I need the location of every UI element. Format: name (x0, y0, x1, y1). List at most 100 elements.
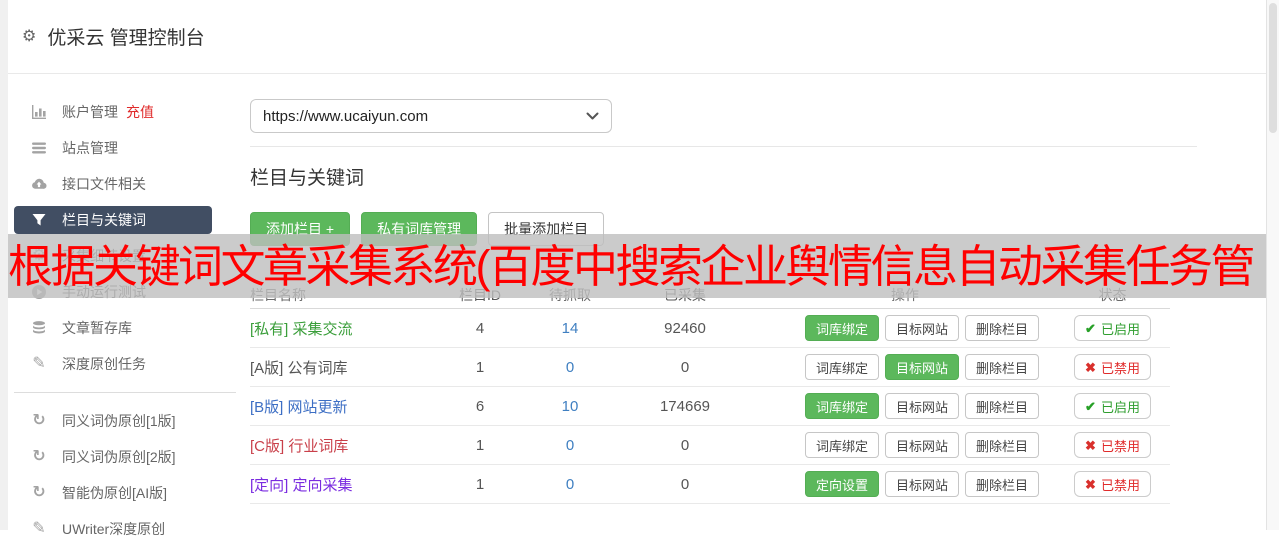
refresh-icon: ↻ (32, 484, 46, 501)
sidebar-item-deep-original-task[interactable]: ✎ 深度原创任务 (8, 346, 250, 382)
sidebar-item-label: UWriter深度原创 (62, 521, 166, 537)
column-header: 状态 (1098, 287, 1127, 303)
column-name-link[interactable]: [C版] 行业词库 (250, 435, 435, 456)
collected-count: 0 (680, 436, 690, 454)
pending-count-link[interactable]: 0 (566, 476, 574, 493)
column-id: 1 (475, 436, 485, 454)
target-site-button[interactable]: 目标网站 (885, 393, 960, 419)
column-header: 操作 (891, 287, 919, 303)
sidebar-item-ai-rewrite[interactable]: ↻ 智能伪原创[AI版] (8, 475, 250, 511)
sidebar-item-columns-keywords[interactable]: 栏目与关键词 (14, 206, 212, 234)
cloud-upload-icon (30, 175, 48, 193)
pending-count-link[interactable]: 0 (566, 437, 574, 454)
delete-column-button[interactable]: 删除栏目 (965, 393, 1040, 419)
status-toggle-button[interactable]: ✔ 已启用 (1074, 393, 1151, 419)
collected-count: 0 (680, 475, 690, 493)
chevron-down-icon (586, 112, 599, 119)
target-site-button[interactable]: 目标网站 (885, 315, 960, 341)
column-id: 1 (475, 475, 485, 493)
status-cell: ✖ 已禁用 (1055, 354, 1170, 380)
pending-count-link[interactable]: 14 (562, 320, 579, 337)
row-actions: 词库绑定 目标网站 删除栏目 (755, 354, 1055, 380)
sidebar-item-sites[interactable]: 站点管理 (8, 130, 250, 166)
gears-icon: ⚙ (31, 247, 47, 264)
page-left-margin (0, 0, 8, 530)
sidebar-item-interface-files[interactable]: 接口文件相关 (8, 166, 250, 202)
target-site-button[interactable]: 目标网站 (885, 432, 960, 458)
pending-count-link[interactable]: 10 (562, 398, 579, 415)
batch-add-column-button[interactable]: 批量添加栏目 (488, 212, 605, 246)
delete-column-button[interactable]: 删除栏目 (965, 354, 1040, 380)
collected-count: 92460 (664, 319, 706, 337)
sidebar-item-label: 同义词伪原创[2版] (62, 449, 176, 465)
pencil-icon: ✎ (32, 355, 46, 372)
status-toggle-button[interactable]: ✔ 已启用 (1074, 315, 1151, 341)
refresh-icon: ↻ (32, 412, 46, 429)
column-name-link[interactable]: [私有] 采集交流 (250, 318, 435, 339)
sidebar-item-label: 站点管理 (62, 140, 118, 156)
columns-table: 栏目名称 栏目ID 待抓取 已采集 操作 状态 [私有] 采集交流 4 14 92460 词库绑定目… (250, 282, 1170, 504)
sidebar-item-synonym-rewrite-2[interactable]: ↻ 同义词伪原创[2版] (8, 439, 250, 475)
sidebar-item-collection-details[interactable]: ⚙ 采集细节设置 (8, 238, 250, 274)
sidebar: 账户管理 充值站点管理接口文件相关栏目与关键词 ⚙ 采集细节设置 手动运行测试 文章暂存库… (8, 74, 250, 547)
column-name-link[interactable]: [定向] 定向采集 (250, 474, 435, 495)
sidebar-item-account[interactable]: 账户管理 充值 (8, 94, 250, 130)
status-toggle-button[interactable]: ✖ 已禁用 (1074, 471, 1151, 497)
sidebar-divider (14, 392, 236, 393)
status-label: 已禁用 (1100, 360, 1140, 376)
status-cell: ✖ 已禁用 (1055, 471, 1170, 497)
column-id: 1 (475, 358, 485, 376)
pending-cell: 0 (525, 359, 615, 376)
row-actions: 词库绑定 目标网站 删除栏目 (755, 393, 1055, 419)
delete-column-button[interactable]: 删除栏目 (965, 315, 1040, 341)
sidebar-item-label: 手动运行测试 (62, 284, 146, 300)
status-toggle-button[interactable]: ✖ 已禁用 (1074, 354, 1151, 380)
column-header: 已采集 (664, 287, 706, 303)
status-label: 已启用 (1100, 321, 1140, 337)
bar-chart-icon (30, 103, 48, 121)
top-header: ⚙ 优采云 管理控制台 (8, 0, 1266, 74)
thesaurus-bind-button[interactable]: 词库绑定 (805, 393, 880, 419)
main-content: https://www.ucaiyun.com 栏目与关键词 添加栏目 + 私有词… (250, 74, 1197, 504)
table-header-row: 栏目名称 栏目ID 待抓取 已采集 操作 状态 (250, 282, 1170, 309)
app-title: 优采云 管理控制台 (47, 28, 205, 49)
table-row: [B版] 网站更新 6 10 174669 词库绑定 目标网站 删除栏目 ✔ 已启用 (250, 387, 1170, 426)
row-actions: 词库绑定 目标网站 删除栏目 (755, 315, 1055, 341)
status-toggle-button[interactable]: ✖ 已禁用 (1074, 432, 1151, 458)
funnel-icon (30, 211, 48, 229)
site-select[interactable]: https://www.ucaiyun.com (250, 99, 612, 133)
scrollbar[interactable] (1266, 0, 1279, 530)
sidebar-item-article-cache[interactable]: 文章暂存库 (8, 310, 250, 346)
pending-cell: 14 (525, 320, 615, 337)
sidebar-item-label: 采集细节设置 (62, 248, 146, 264)
sidebar-item-manual-test[interactable]: 手动运行测试 (8, 274, 250, 310)
target-site-button[interactable]: 目标网站 (885, 354, 960, 380)
column-name-link[interactable]: [B版] 网站更新 (250, 396, 435, 417)
private-thesaurus-button[interactable]: 私有词库管理 (361, 212, 478, 246)
recharge-badge[interactable]: 充值 (126, 102, 154, 122)
collected-count: 174669 (659, 397, 711, 415)
table-row: [A版] 公有词库 1 0 0 词库绑定 目标网站 删除栏目 ✖ 已禁用 (250, 348, 1170, 387)
target-site-button[interactable]: 目标网站 (885, 471, 960, 497)
thesaurus-bind-button[interactable]: 词库绑定 (805, 354, 880, 380)
list-icon (30, 139, 48, 157)
sidebar-item-label: 文章暂存库 (62, 320, 132, 336)
refresh-icon: ↻ (32, 448, 46, 465)
toolbar: 添加栏目 + 私有词库管理 批量添加栏目 (250, 212, 1170, 246)
cross-icon: ✖ (1085, 437, 1096, 453)
thesaurus-bind-button[interactable]: 词库绑定 (805, 315, 880, 341)
sidebar-item-synonym-rewrite-1[interactable]: ↻ 同义词伪原创[1版] (8, 403, 250, 439)
column-header: 栏目ID (459, 287, 501, 303)
delete-column-button[interactable]: 删除栏目 (965, 432, 1040, 458)
pending-count-link[interactable]: 0 (566, 359, 574, 376)
pending-cell: 0 (525, 476, 615, 493)
delete-column-button[interactable]: 删除栏目 (965, 471, 1040, 497)
table-row: [C版] 行业词库 1 0 0 词库绑定 目标网站 删除栏目 ✖ 已禁用 (250, 426, 1170, 465)
scrollbar-thumb[interactable] (1269, 3, 1277, 133)
add-column-button[interactable]: 添加栏目 + (250, 212, 351, 246)
table-row: [私有] 采集交流 4 14 92460 词库绑定 目标网站 删除栏目 ✔ 已启用 (250, 309, 1170, 348)
sidebar-item-uwriter-deep-original[interactable]: ✎ UWriter深度原创 (8, 511, 250, 547)
column-name-link[interactable]: [A版] 公有词库 (250, 357, 435, 378)
thesaurus-bind-button[interactable]: 词库绑定 (805, 432, 880, 458)
directional-settings-button[interactable]: 定向设置 (805, 471, 880, 497)
